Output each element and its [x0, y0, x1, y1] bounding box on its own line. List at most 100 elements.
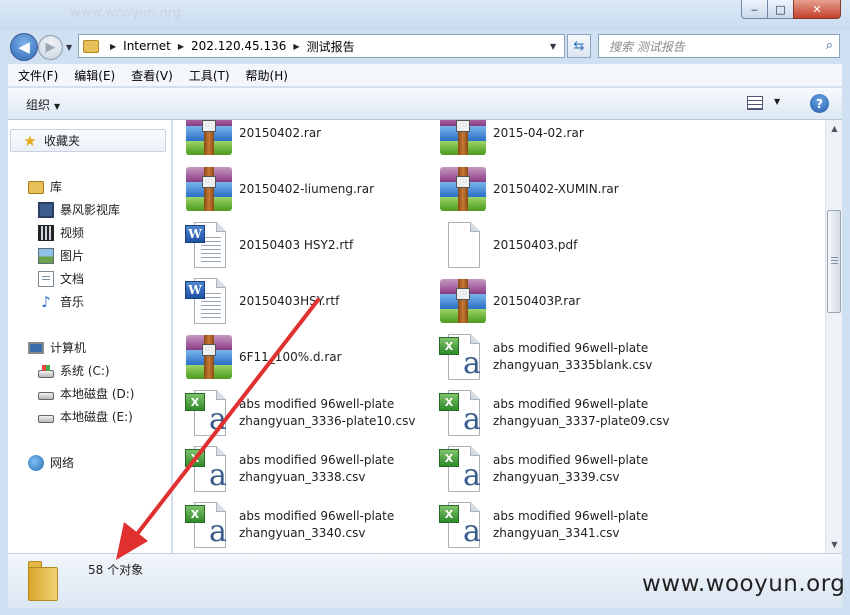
- file-item[interactable]: 20150402.rar: [185, 120, 439, 158]
- file-item[interactable]: a X abs modified 96well-plate zhangyuan_334…: [439, 500, 693, 550]
- back-button[interactable]: ◀: [10, 33, 38, 61]
- file-item[interactable]: 20150403P.rar: [439, 276, 693, 326]
- sidebar-item-computer[interactable]: 计算机: [28, 339, 86, 356]
- forward-button[interactable]: ▶: [38, 35, 63, 60]
- rar-archive-icon: [185, 333, 233, 381]
- view-dropdown-icon[interactable]: ▼: [774, 97, 780, 106]
- csv-file-icon: aX: [439, 445, 487, 493]
- sidebar-item-label: 计算机: [50, 341, 87, 355]
- command-bar: 组织 ▼ ▼ ?: [8, 88, 842, 120]
- file-name: 6F11_100%.d.rar: [239, 349, 342, 366]
- csv-file-icon: aX: [185, 501, 233, 549]
- close-button[interactable]: ✕: [793, 0, 841, 19]
- sidebar-item-drive-e[interactable]: 本地磁盘 (E:): [38, 408, 133, 425]
- file-item[interactable]: a X abs modified 96well-plate zhangyuan_333…: [439, 332, 693, 382]
- navigation-pane: ★ 收藏夹 库 暴风影视库 视频 图片 文档 ♪ 音乐 计算机 系统 (C:) …: [8, 120, 172, 553]
- file-name-line: 2015-04-02.rar: [493, 125, 584, 140]
- document-icon: [38, 270, 54, 287]
- file-item[interactable]: W 20150403HSY.rtf: [185, 276, 439, 326]
- scrollbar-thumb[interactable]: [827, 210, 841, 313]
- sidebar-item-favorites[interactable]: ★ 收藏夹: [22, 132, 80, 149]
- sidebar-item-label: 本地磁盘 (E:): [60, 410, 133, 424]
- sidebar-item-documents[interactable]: 文档: [38, 270, 84, 287]
- file-item[interactable]: 2015-04-02.rar: [439, 120, 693, 158]
- breadcrumb-separator-icon[interactable]: ▶: [178, 42, 184, 51]
- menu-bar: 文件(F) 编辑(E) 查看(V) 工具(T) 帮助(H): [8, 64, 842, 87]
- file-item[interactable]: a X abs modified 96well-plate zhangyuan_334…: [185, 500, 439, 550]
- file-name-line: 20150402-liumeng.rar: [239, 181, 375, 196]
- file-item[interactable]: W 20150403 HSY2.rtf: [185, 220, 439, 270]
- change-view-icon[interactable]: [747, 96, 763, 110]
- breadcrumb-folder[interactable]: 测试报告: [307, 38, 355, 55]
- file-item[interactable]: a X abs modified 96well-plate zhangyuan_333…: [439, 388, 693, 438]
- sidebar-item-label: 收藏夹: [44, 134, 81, 148]
- media-library-icon: [38, 201, 54, 218]
- search-icon[interactable]: ⌕: [826, 38, 833, 53]
- file-name: abs modified 96well-plate zhangyuan_3339.…: [493, 452, 648, 486]
- file-item[interactable]: a X abs modified 96well-plate zhangyuan_333…: [439, 444, 693, 494]
- file-name-line: abs modified 96well-plate: [493, 453, 649, 467]
- sidebar-item-music[interactable]: ♪ 音乐: [38, 293, 84, 310]
- file-name-line: abs modified 96well-plate: [493, 397, 649, 411]
- organize-label: 组织: [26, 98, 51, 112]
- file-item[interactable]: 6F11_100%.d.rar: [185, 332, 439, 382]
- file-item[interactable]: 20150402-liumeng.rar: [185, 164, 439, 214]
- menu-help[interactable]: 帮助(H): [236, 67, 294, 84]
- address-dropdown-icon[interactable]: ▼: [550, 42, 556, 51]
- sidebar-item-storm-library[interactable]: 暴风影视库: [38, 201, 120, 218]
- menu-file[interactable]: 文件(F): [8, 67, 64, 84]
- scroll-down-icon[interactable]: ▼: [826, 536, 843, 553]
- rar-archive-icon: [185, 120, 233, 157]
- csv-file-icon: aX: [439, 389, 487, 437]
- menu-tools[interactable]: 工具(T): [179, 67, 236, 84]
- help-icon[interactable]: ?: [810, 94, 829, 113]
- chevron-down-icon: ▼: [54, 102, 61, 111]
- search-input[interactable]: 搜索 测试报告 ⌕: [598, 34, 840, 58]
- file-name: 20150403 HSY2.rtf: [239, 237, 353, 254]
- breadcrumb-separator-icon[interactable]: ▶: [110, 42, 116, 51]
- file-item[interactable]: a X abs modified 96well-plate zhangyuan_333…: [185, 388, 439, 438]
- file-item[interactable]: 20150403.pdf: [439, 220, 693, 270]
- watermark: www.wooyun.org: [642, 571, 846, 597]
- breadcrumb-internet[interactable]: Internet: [123, 39, 171, 53]
- menu-edit[interactable]: 编辑(E): [64, 67, 121, 84]
- vertical-scrollbar[interactable]: ▲ ▼: [825, 120, 842, 553]
- file-name: 20150402-liumeng.rar: [239, 181, 374, 198]
- refresh-button[interactable]: ⇆: [567, 34, 591, 58]
- file-name: 20150402.rar: [239, 125, 321, 142]
- sidebar-item-libraries[interactable]: 库: [28, 178, 62, 195]
- menu-view[interactable]: 查看(V): [121, 67, 179, 84]
- file-name-line: abs modified 96well-plate: [239, 509, 395, 523]
- title-watermark: www.wooyun.org: [70, 6, 182, 21]
- file-name: abs modified 96well-plate zhangyuan_3341.…: [493, 508, 648, 542]
- rar-archive-icon: [439, 165, 487, 213]
- video-icon: [38, 224, 54, 241]
- file-name-line: zhangyuan_3337-plate09.csv: [493, 414, 670, 428]
- maximize-button[interactable]: □: [767, 0, 794, 19]
- folder-icon: [28, 561, 58, 601]
- folder-icon: [83, 39, 99, 53]
- file-name: 20150403.pdf: [493, 237, 577, 254]
- sidebar-item-network[interactable]: 网络: [28, 454, 74, 471]
- sidebar-item-drive-d[interactable]: 本地磁盘 (D:): [38, 385, 134, 402]
- rar-archive-icon: [439, 277, 487, 325]
- file-item[interactable]: 20150402-XUMIN.rar: [439, 164, 693, 214]
- scroll-up-icon[interactable]: ▲: [826, 120, 843, 137]
- csv-file-icon: aX: [439, 501, 487, 549]
- word-document-icon: W: [185, 221, 233, 269]
- file-item[interactable]: a X abs modified 96well-plate zhangyuan_333…: [185, 444, 439, 494]
- recent-pages-dropdown[interactable]: ▼: [66, 43, 72, 52]
- sidebar-item-drive-c[interactable]: 系统 (C:): [38, 362, 110, 379]
- network-icon: [28, 454, 44, 471]
- sidebar-item-videos[interactable]: 视频: [38, 224, 84, 241]
- organize-button[interactable]: 组织 ▼: [26, 96, 60, 113]
- address-bar[interactable]: ▶ Internet ▶ 202.120.45.136 ▶ 测试报告: [78, 34, 565, 58]
- minimize-button[interactable]: ‒: [741, 0, 768, 19]
- picture-icon: [38, 247, 54, 264]
- breadcrumb-host[interactable]: 202.120.45.136: [191, 39, 286, 53]
- music-note-icon: ♪: [41, 292, 51, 311]
- sidebar-item-pictures[interactable]: 图片: [38, 247, 84, 264]
- file-name: abs modified 96well-plate zhangyuan_3335b…: [493, 340, 652, 374]
- breadcrumb-separator-icon[interactable]: ▶: [293, 42, 299, 51]
- file-name-line: zhangyuan_3335blank.csv: [493, 358, 653, 372]
